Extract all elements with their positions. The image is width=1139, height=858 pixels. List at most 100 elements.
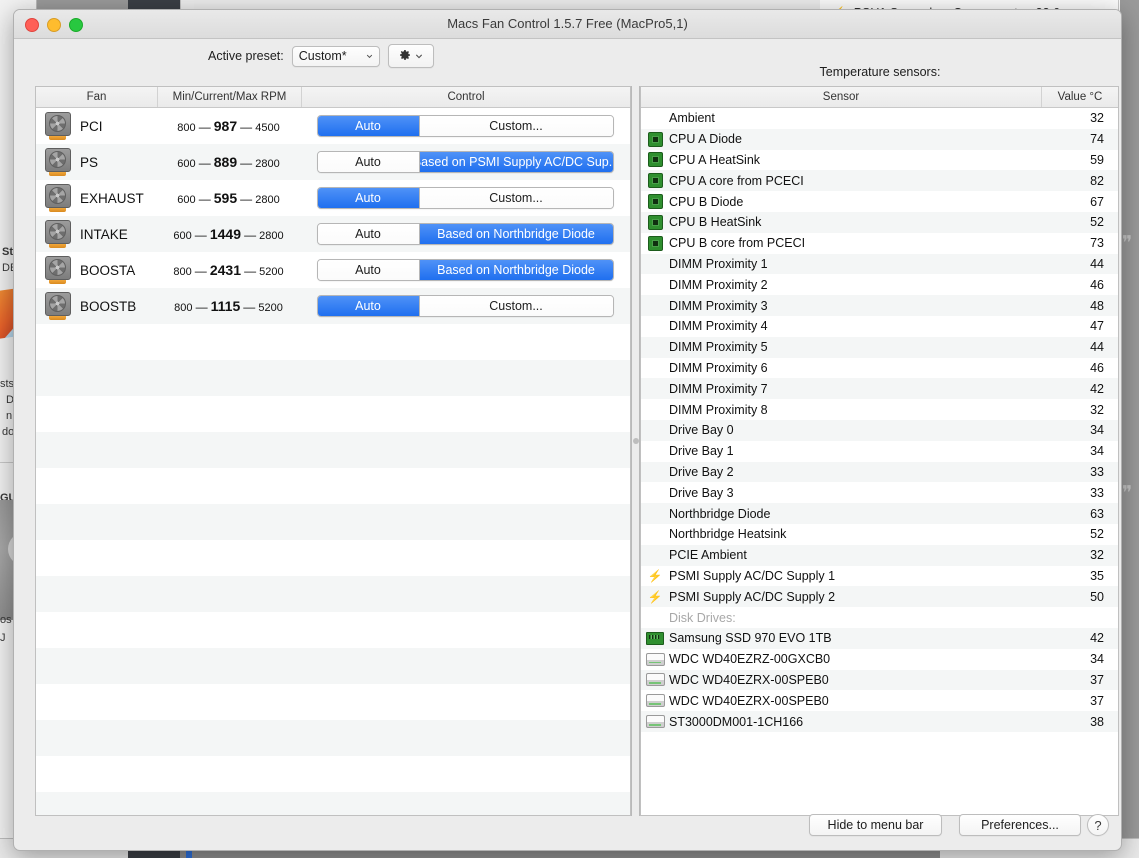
table-row[interactable]: Drive Bay 2 33 [641,461,1118,483]
table-row[interactable]: DIMM Proximity 3 48 [641,295,1118,316]
fan-auto-button[interactable]: Auto [317,224,419,244]
sensor-name: Drive Bay 1 [669,444,734,459]
splitter-grip[interactable] [633,438,639,444]
table-row[interactable]: ⚡ PSMI Supply AC/DC Supply 1 35 [641,565,1118,587]
desktop-right-edge [1120,0,1139,858]
cpu-chip-icon [647,194,663,210]
settings-menu-button[interactable] [387,44,434,68]
fan-custom-button[interactable]: Custom... [418,116,613,136]
sensor-name: CPU A Diode [669,132,742,147]
table-row[interactable]: EXHAUST 600 — 595 — 2800 Auto Custom... [36,180,630,216]
table-row[interactable]: DIMM Proximity 7 42 [641,378,1118,400]
table-row[interactable]: BOOSTB 800 — 1115 — 5200 Auto Custom... [36,288,630,324]
sensor-name: DIMM Proximity 7 [669,381,768,396]
sensor-value: 34 [1090,423,1104,438]
table-row[interactable]: Samsung SSD 970 EVO 1TB 42 [641,627,1118,649]
window-titlebar[interactable]: Macs Fan Control 1.5.7 Free (MacPro5,1) [14,10,1121,39]
table-row[interactable]: DIMM Proximity 1 44 [641,253,1118,275]
table-row-empty [36,648,630,684]
sensor-column-header: Sensor [641,87,1042,107]
fan-mode-segmented-control[interactable]: Auto Based on Northbridge Diode [316,223,614,245]
table-row[interactable]: DIMM Proximity 2 46 [641,274,1118,296]
table-row[interactable]: CPU A HeatSink 59 [641,149,1118,171]
table-row[interactable]: PCI 800 — 987 — 4500 Auto Custom... [36,108,630,144]
window-title: Macs Fan Control 1.5.7 Free (MacPro5,1) [447,16,688,31]
table-row[interactable]: DIMM Proximity 6 46 [641,357,1118,379]
sensor-value: 32 [1090,111,1104,126]
fan-auto-button[interactable]: Auto [317,296,419,316]
table-row[interactable]: CPU B Diode 67 [641,191,1118,212]
fan-name: PCI [80,118,103,134]
ssd-icon [646,631,664,645]
hdd-icon [645,673,665,687]
fan-auto-button[interactable]: Auto [317,116,419,136]
table-row[interactable]: CPU B HeatSink 52 [641,211,1118,233]
sensor-name: ST3000DM001-1CH166 [669,714,804,729]
table-row[interactable]: ST3000DM001-1CH166 38 [641,711,1118,732]
table-row[interactable]: Drive Bay 3 33 [641,482,1118,504]
table-row[interactable]: WDC WD40EZRZ-00GXCB0 34 [641,648,1118,670]
sensor-name: Ambient [669,111,715,126]
table-row-empty [36,684,630,720]
fan-rpm: 800 — 987 — 4500 [177,118,280,134]
preset-select[interactable]: Custom* [291,45,380,67]
table-row[interactable]: Northbridge Heatsink 52 [641,523,1118,545]
table-row[interactable]: WDC WD40EZRX-00SPEB0 37 [641,690,1118,712]
fan-custom-button[interactable]: Based on PSMI Supply AC/DC Sup... [418,152,613,172]
fan-auto-button[interactable]: Auto [317,152,419,172]
fan-mode-segmented-control[interactable]: Auto Based on PSMI Supply AC/DC Sup... [316,151,614,173]
bg-left-fragment: os [0,614,12,626]
sensor-value: 50 [1090,589,1104,604]
fan-mode-segmented-control[interactable]: Auto Based on Northbridge Diode [316,259,614,281]
help-button[interactable]: ? [1087,814,1109,836]
table-row[interactable]: CPU A Diode 74 [641,128,1118,150]
table-row[interactable]: Drive Bay 0 34 [641,419,1118,441]
fan-rpm: 600 — 595 — 2800 [177,190,280,206]
fan-mode-segmented-control[interactable]: Auto Custom... [316,115,614,137]
fan-name: PS [80,154,99,170]
fan-rpm-max: 4500 [255,122,280,134]
sensor-value: 38 [1090,714,1104,729]
fan-custom-button[interactable]: Custom... [418,296,613,316]
table-row[interactable]: CPU B core from PCECI 73 [641,232,1118,254]
sensor-name: CPU A core from PCECI [669,173,804,188]
window-footer: Hide to menu bar Preferences... ? [14,806,1121,850]
fan-custom-button[interactable]: Custom... [418,188,613,208]
chevron-down-icon [366,54,372,59]
table-row-empty [36,324,630,360]
fan-custom-button[interactable]: Based on Northbridge Diode [418,260,613,280]
table-row[interactable]: DIMM Proximity 8 32 [641,399,1118,420]
fan-control-cell: Auto Custom... [300,295,630,317]
fan-icon [45,184,71,212]
table-row[interactable]: Ambient 32 [641,108,1118,129]
table-row-empty [36,468,630,504]
table-row[interactable]: ⚡ PSMI Supply AC/DC Supply 2 50 [641,586,1118,608]
fan-auto-button[interactable]: Auto [317,260,419,280]
table-row[interactable]: PS 600 — 889 — 2800 Auto Based on PSMI Supp… [36,144,630,180]
sensor-name: CPU B core from PCECI [669,236,806,251]
fan-mode-segmented-control[interactable]: Auto Custom... [316,295,614,317]
fan-custom-button[interactable]: Based on Northbridge Diode [418,224,613,244]
hide-to-menu-bar-button[interactable]: Hide to menu bar [809,814,942,836]
table-row[interactable]: DIMM Proximity 5 44 [641,336,1118,358]
hdd-icon [645,694,665,708]
table-row[interactable]: Northbridge Diode 63 [641,503,1118,524]
splitter-line [631,86,632,816]
table-row[interactable]: INTAKE 600 — 1449 — 2800 Auto Based on Nort… [36,216,630,252]
sensor-name: Samsung SSD 970 EVO 1TB [669,631,832,646]
table-row[interactable]: CPU A core from PCECI 82 [641,170,1118,192]
fan-control-cell: Auto Based on Northbridge Diode [300,259,630,281]
sensor-value: 47 [1090,319,1104,334]
fan-auto-button[interactable]: Auto [317,188,419,208]
table-row[interactable]: Drive Bay 1 34 [641,440,1118,462]
fan-mode-segmented-control[interactable]: Auto Custom... [316,187,614,209]
fan-name: INTAKE [80,226,128,242]
table-row[interactable]: DIMM Proximity 4 47 [641,315,1118,337]
table-row[interactable]: PCIE Ambient 32 [641,544,1118,566]
table-row[interactable]: WDC WD40EZRX-00SPEB0 37 [641,669,1118,691]
table-row[interactable]: BOOSTA 800 — 2431 — 5200 Auto Based on Nort… [36,252,630,288]
sensor-value: 35 [1090,568,1104,583]
sensor-name: Drive Bay 2 [669,464,734,479]
preferences-button[interactable]: Preferences... [959,814,1081,836]
fan-rpm-min: 600 [173,230,192,242]
